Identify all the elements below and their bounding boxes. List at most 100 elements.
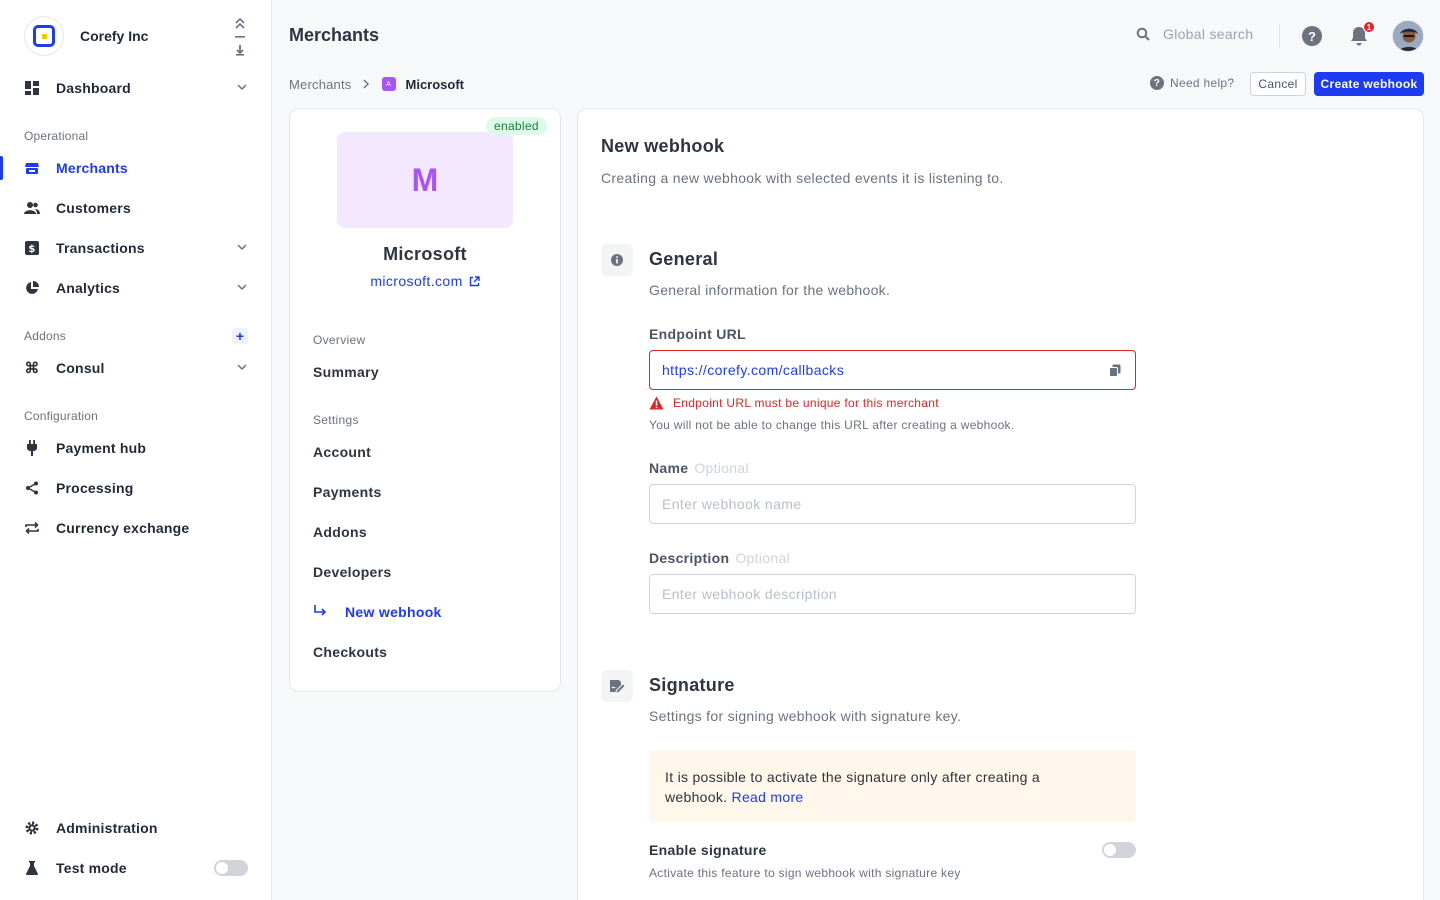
- help-icon[interactable]: ?: [1302, 26, 1322, 46]
- sidebar: Corefy Inc Dashboard Operational Merchan…: [0, 0, 272, 900]
- flask-icon: [24, 860, 40, 876]
- command-icon: ⌘: [24, 360, 40, 377]
- merchant-nav-new-webhook[interactable]: New webhook: [313, 602, 442, 622]
- section-label-operational: Operational: [24, 129, 89, 143]
- notification-badge: 1: [1363, 21, 1375, 33]
- endpoint-url-value: https://corefy.com/callbacks: [662, 362, 845, 378]
- help-circle-icon: ?: [1150, 76, 1164, 90]
- chevron-down-icon[interactable]: [236, 80, 248, 96]
- gear-icon: [24, 820, 40, 836]
- enable-signature-label: Enable signature: [649, 842, 767, 858]
- chevron-down-icon[interactable]: [236, 280, 248, 296]
- copy-icon[interactable]: [1109, 364, 1121, 380]
- merchant-name: Microsoft: [383, 244, 467, 264]
- merchant-nav-checkouts[interactable]: Checkouts: [313, 642, 387, 662]
- sidebar-item-label: Consul: [56, 360, 105, 376]
- sidebar-item-label: Dashboard: [56, 80, 131, 96]
- chevron-down-icon[interactable]: [236, 360, 248, 376]
- notice-text-line1: It is possible to activate the signature…: [665, 769, 1041, 785]
- status-badge: enabled: [486, 117, 547, 135]
- merchant-website-link[interactable]: microsoft.com: [289, 273, 561, 289]
- org-switch-icon[interactable]: [232, 16, 248, 56]
- endpoint-url-input[interactable]: https://corefy.com/callbacks: [649, 350, 1136, 390]
- sidebar-item-merchants[interactable]: Merchants: [24, 156, 248, 180]
- merchant-nav-summary[interactable]: Summary: [313, 362, 379, 382]
- cancel-button[interactable]: Cancel: [1250, 72, 1306, 96]
- users-icon: [24, 200, 40, 216]
- sidebar-item-label: Payment hub: [56, 440, 147, 456]
- subitem-arrow-icon: [313, 604, 329, 621]
- store-icon: [24, 160, 40, 176]
- enable-signature-toggle[interactable]: [1102, 842, 1136, 858]
- merchant-logo: M: [337, 132, 513, 228]
- webhook-description-input[interactable]: Enter webhook description: [649, 574, 1136, 614]
- dollar-icon: $: [24, 240, 40, 256]
- enable-signature-hint: Activate this feature to sign webhook wi…: [649, 866, 961, 880]
- sidebar-item-label: Test mode: [56, 860, 127, 876]
- settings-section-label: Settings: [313, 413, 359, 427]
- name-field-label: Name Optional: [649, 460, 749, 476]
- sidebar-item-payment-hub[interactable]: Payment hub: [24, 436, 248, 460]
- overview-section-label: Overview: [313, 333, 366, 347]
- create-webhook-button[interactable]: Create webhook: [1314, 72, 1424, 96]
- chevron-right-icon: [362, 77, 370, 92]
- sidebar-item-customers[interactable]: Customers: [24, 196, 248, 220]
- chevron-down-icon[interactable]: [236, 240, 248, 256]
- notice-text-line2: webhook.: [665, 789, 728, 805]
- search-placeholder: Global search: [1163, 26, 1254, 42]
- plug-icon: [24, 440, 40, 456]
- form-subtitle: Creating a new webhook with selected eve…: [601, 170, 1004, 186]
- merchant-logo-small: A: [381, 77, 396, 91]
- sidebar-item-consul[interactable]: ⌘ Consul: [24, 356, 248, 380]
- global-search[interactable]: Global search: [1136, 26, 1253, 42]
- general-section-title: General: [649, 249, 719, 269]
- need-help-link[interactable]: ? Need help?: [1150, 76, 1234, 90]
- sidebar-item-transactions[interactable]: $ Transactions: [24, 236, 248, 260]
- svg-text:$: $: [28, 244, 35, 255]
- endpoint-url-hint: You will not be able to change this URL …: [649, 418, 1015, 432]
- exchange-icon: [24, 520, 40, 536]
- signature-icon: [601, 670, 633, 702]
- general-section-subtitle: General information for the webhook.: [649, 282, 891, 298]
- page-title: Merchants: [289, 25, 380, 45]
- org-name: Corefy Inc: [80, 28, 149, 44]
- sidebar-item-currency-exchange[interactable]: Currency exchange: [24, 516, 248, 540]
- sidebar-item-label: Administration: [56, 820, 158, 836]
- sidebar-item-processing[interactable]: Processing: [24, 476, 248, 500]
- merchant-nav-payments[interactable]: Payments: [313, 482, 382, 502]
- signature-section-subtitle: Settings for signing webhook with signat…: [649, 708, 962, 724]
- org-switcher[interactable]: Corefy Inc: [24, 16, 148, 56]
- test-mode-toggle[interactable]: [214, 860, 248, 876]
- pie-chart-icon: [24, 280, 40, 296]
- webhook-name-input[interactable]: Enter webhook name: [649, 484, 1136, 524]
- avatar[interactable]: [1392, 20, 1424, 52]
- divider: [1279, 24, 1280, 48]
- section-label-configuration: Configuration: [24, 409, 98, 423]
- description-label: Description: [649, 550, 730, 566]
- signature-section-title: Signature: [649, 675, 735, 695]
- sidebar-item-analytics[interactable]: Analytics: [24, 276, 248, 300]
- breadcrumb-merchants-link[interactable]: Merchants: [289, 77, 352, 92]
- read-more-link[interactable]: Read more: [732, 789, 804, 805]
- merchant-nav-developers[interactable]: Developers: [313, 562, 391, 582]
- org-logo: [24, 16, 64, 56]
- sidebar-item-administration[interactable]: Administration: [24, 816, 248, 840]
- name-label: Name: [649, 460, 689, 476]
- info-icon: [601, 244, 633, 276]
- sidebar-item-dashboard[interactable]: Dashboard: [24, 76, 248, 100]
- search-icon: [1136, 27, 1150, 41]
- dashboard-icon: [24, 80, 40, 96]
- section-label-addons: Addons: [24, 329, 66, 343]
- sidebar-item-label: Transactions: [56, 240, 145, 256]
- form-title: New webhook: [601, 136, 725, 156]
- endpoint-url-error-text: Endpoint URL must be unique for this mer…: [673, 396, 939, 410]
- merchant-nav-account[interactable]: Account: [313, 442, 371, 462]
- breadcrumb: Merchants A Microsoft: [289, 76, 464, 92]
- merchant-nav-label: New webhook: [345, 604, 442, 620]
- active-indicator: [0, 156, 3, 180]
- add-addon-button[interactable]: +: [232, 328, 248, 344]
- sidebar-item-label: Analytics: [56, 280, 121, 296]
- need-help-label: Need help?: [1170, 76, 1235, 90]
- merchant-nav-addons[interactable]: Addons: [313, 522, 367, 542]
- sidebar-item-label: Customers: [56, 200, 131, 216]
